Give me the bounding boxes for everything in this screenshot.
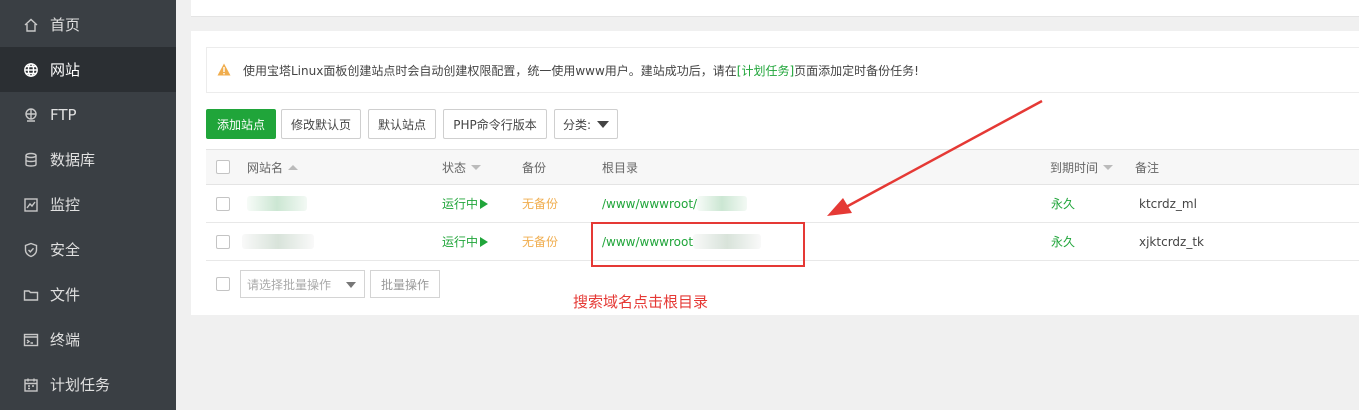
table-row: 运行中 无备份 /www/wwwroot 永久 xjktcrdz_tk — [206, 223, 1359, 261]
edit-default-page-button[interactable]: 修改默认页 — [281, 109, 361, 139]
sort-asc-icon — [288, 164, 299, 170]
ftp-icon — [22, 106, 40, 124]
sidebar-item-security[interactable]: 安全 — [0, 227, 176, 272]
notice-bar: 使用宝塔Linux面板创建站点时会自动创建权限配置，统一使用www用户。建站成功… — [206, 47, 1359, 93]
batch-operation-select[interactable]: 请选择批量操作 — [240, 270, 365, 298]
root-dir-link[interactable]: /www/wwwroot/ — [602, 185, 748, 222]
chevron-down-icon — [346, 282, 356, 288]
footer-select-all-checkbox[interactable] — [216, 277, 230, 291]
sidebar-item-label: 安全 — [50, 241, 81, 259]
header-status[interactable]: 状态 — [442, 150, 482, 184]
backup-status[interactable]: 无备份 — [522, 185, 558, 222]
table-row: 运行中 无备份 /www/wwwroot/ 永久 ktcrdz_ml — [206, 185, 1359, 223]
remark-value[interactable]: xjktcrdz_tk — [1139, 223, 1204, 260]
sidebar: 首页 网站 FTP 数据库 监控 安全 文件 终端 计划任务 — [0, 0, 176, 410]
php-cli-version-button[interactable]: PHP命令行版本 — [443, 109, 547, 139]
batch-operation-button[interactable]: 批量操作 — [370, 270, 440, 298]
expire-value[interactable]: 永久 — [1051, 185, 1075, 222]
add-site-button[interactable]: 添加站点 — [206, 109, 276, 139]
globe-icon — [22, 61, 40, 79]
category-select[interactable]: 分类: — [554, 109, 618, 139]
sidebar-item-label: 计划任务 — [50, 376, 111, 394]
sidebar-item-terminal[interactable]: 终端 — [0, 317, 176, 362]
site-panel: 使用宝塔Linux面板创建站点时会自动创建权限配置，统一使用www用户。建站成功… — [191, 31, 1359, 315]
header-remark: 备注 — [1135, 160, 1160, 175]
site-table: 网站名 状态 备份 根目录 到期时间 备注 运行中 无备份 /www/wwwro… — [206, 149, 1359, 261]
status-running[interactable]: 运行中 — [442, 223, 489, 260]
play-icon — [480, 236, 489, 247]
header-site-name[interactable]: 网站名 — [247, 150, 299, 184]
expire-value[interactable]: 永久 — [1051, 223, 1075, 260]
site-name-redacted[interactable] — [247, 185, 307, 222]
play-icon — [480, 198, 489, 209]
sidebar-item-cron[interactable]: 计划任务 — [0, 362, 176, 407]
notice-text: 使用宝塔Linux面板创建站点时会自动创建权限配置，统一使用www用户。建站成功… — [243, 63, 919, 78]
row-checkbox[interactable] — [216, 234, 230, 249]
sidebar-item-label: 文件 — [50, 286, 81, 304]
sort-desc-icon — [1103, 164, 1114, 170]
sidebar-item-label: 数据库 — [50, 151, 96, 169]
default-site-button[interactable]: 默认站点 — [368, 109, 436, 139]
select-all-checkbox[interactable] — [216, 160, 230, 174]
home-icon — [22, 16, 40, 34]
folder-icon — [22, 286, 40, 304]
sidebar-item-website[interactable]: 网站 — [0, 47, 176, 92]
shield-icon — [22, 241, 40, 259]
monitor-icon — [22, 196, 40, 214]
database-icon — [22, 151, 40, 169]
header-expire[interactable]: 到期时间 — [1050, 150, 1114, 184]
sidebar-item-label: 首页 — [50, 16, 81, 34]
sidebar-item-database[interactable]: 数据库 — [0, 137, 176, 182]
calendar-icon — [22, 376, 40, 394]
status-running[interactable]: 运行中 — [442, 185, 489, 222]
site-name-redacted[interactable] — [242, 223, 314, 260]
sort-desc-icon — [471, 164, 482, 170]
header-backup: 备份 — [522, 160, 547, 175]
sidebar-item-files[interactable]: 文件 — [0, 272, 176, 317]
terminal-icon — [22, 331, 40, 349]
sidebar-item-home[interactable]: 首页 — [0, 2, 176, 47]
annotation-text: 搜索域名点击根目录 — [573, 293, 709, 311]
remark-value[interactable]: ktcrdz_ml — [1139, 185, 1197, 222]
root-dir-link[interactable]: /www/wwwroot — [602, 223, 762, 260]
sidebar-item-label: 终端 — [50, 331, 81, 349]
sidebar-item-monitor[interactable]: 监控 — [0, 182, 176, 227]
top-card — [191, 0, 1359, 17]
chevron-down-icon — [597, 120, 610, 128]
table-header: 网站名 状态 备份 根目录 到期时间 备注 — [206, 150, 1359, 185]
cron-link[interactable]: [计划任务] — [737, 64, 794, 78]
sidebar-item-label: FTP — [50, 105, 77, 124]
backup-status[interactable]: 无备份 — [522, 223, 558, 260]
sidebar-item-label: 监控 — [50, 196, 81, 214]
sidebar-item-label: 网站 — [50, 61, 81, 79]
header-root: 根目录 — [602, 160, 639, 175]
sidebar-item-ftp[interactable]: FTP — [0, 92, 176, 137]
warning-icon — [217, 63, 231, 76]
row-checkbox[interactable] — [216, 196, 230, 211]
